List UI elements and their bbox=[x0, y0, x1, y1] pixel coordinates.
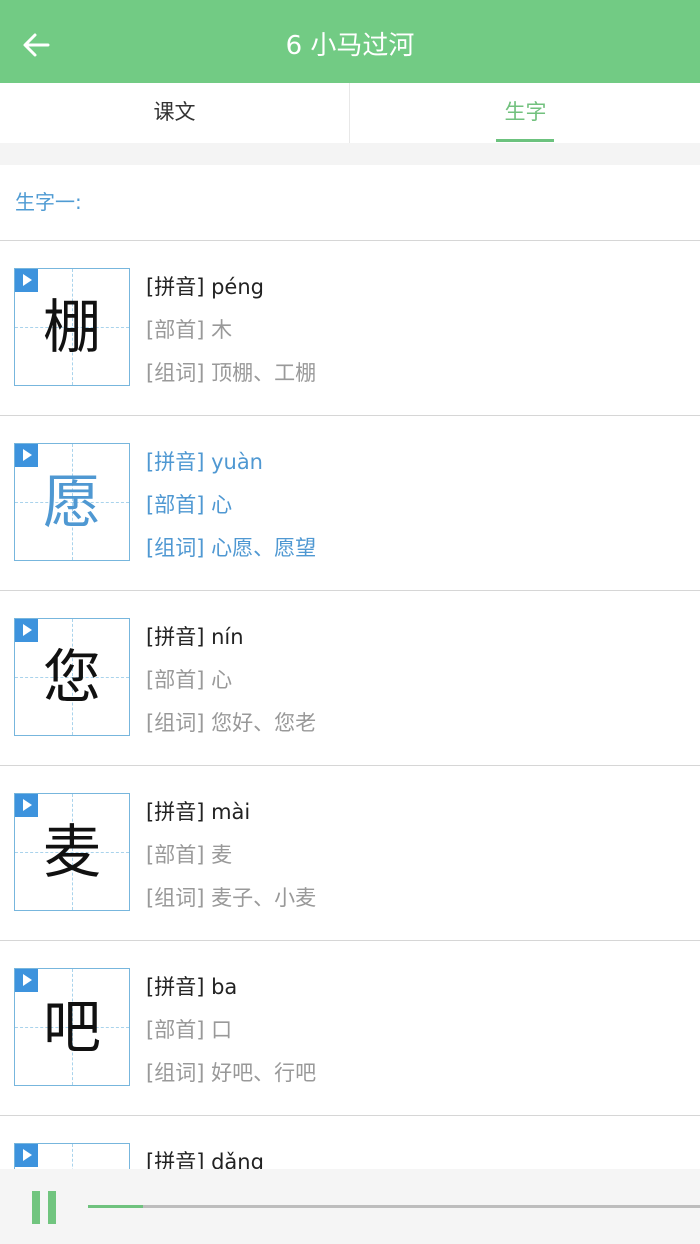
tab-bar: 课文 生字 bbox=[0, 83, 700, 143]
radical-row: [部首] 心 bbox=[146, 659, 316, 702]
words-row: [组词] 您好、您老 bbox=[146, 702, 316, 745]
play-audio-icon[interactable] bbox=[15, 269, 38, 292]
radical-row: [部首] 口 bbox=[146, 1009, 316, 1052]
radical-value: 木 bbox=[211, 318, 233, 342]
pause-icon-bar bbox=[48, 1191, 56, 1224]
pinyin-label: [拼音] bbox=[146, 450, 205, 474]
character-grid: 棚 bbox=[14, 268, 130, 386]
pinyin-label: [拼音] bbox=[146, 625, 205, 649]
arrow-left-icon bbox=[23, 33, 50, 57]
pinyin-row: [拼音] yuàn bbox=[146, 441, 316, 484]
words-row: [组词] 心愿、愿望 bbox=[146, 527, 316, 570]
radical-value: 麦 bbox=[211, 843, 233, 867]
words-value: 顶棚、工棚 bbox=[211, 361, 317, 385]
radical-value: 心 bbox=[211, 668, 233, 692]
app-header: 6 小马过河 bbox=[0, 0, 700, 83]
character-info: [拼音] mài [部首] 麦 [组词] 麦子、小麦 bbox=[146, 791, 316, 920]
tab-characters[interactable]: 生字 bbox=[351, 83, 700, 143]
words-label: [组词] bbox=[146, 711, 205, 735]
tab-text[interactable]: 课文 bbox=[0, 83, 349, 143]
words-value: 麦子、小麦 bbox=[211, 886, 317, 910]
radical-row: [部首] 木 bbox=[146, 309, 316, 352]
character-list: 棚 [拼音] péng [部首] 木 [组词] 顶棚、工棚愿 [拼音] yuàn [部首]… bbox=[0, 241, 700, 1169]
character-card[interactable]: 麦 [拼音] mài [部首] 麦 [组词] 麦子、小麦 bbox=[0, 766, 700, 941]
character-card[interactable]: 棚 [拼音] péng [部首] 木 [组词] 顶棚、工棚 bbox=[0, 241, 700, 416]
pinyin-row: [拼音] nín bbox=[146, 616, 316, 659]
words-value: 好吧、行吧 bbox=[211, 1061, 317, 1085]
radical-label: [部首] bbox=[146, 843, 205, 867]
character-card[interactable]: [拼音] dǎng[部首] [组词] bbox=[0, 1116, 700, 1169]
radical-value: 口 bbox=[211, 1018, 233, 1042]
pinyin-row: [拼音] péng bbox=[146, 266, 316, 309]
progress-fill bbox=[88, 1205, 144, 1208]
play-audio-icon[interactable] bbox=[15, 969, 38, 992]
pause-button[interactable] bbox=[32, 1191, 58, 1224]
words-value: 心愿、愿望 bbox=[211, 536, 317, 560]
section-label: 生字一: bbox=[15, 190, 82, 214]
play-audio-icon[interactable] bbox=[15, 619, 38, 642]
radical-label: [部首] bbox=[146, 493, 205, 517]
audio-player bbox=[0, 1169, 700, 1244]
words-row: [组词] 顶棚、工棚 bbox=[146, 352, 316, 395]
radical-label: [部首] bbox=[146, 668, 205, 692]
words-value: 您好、您老 bbox=[211, 711, 317, 735]
character-grid: 吧 bbox=[14, 968, 130, 1086]
pinyin-value: péng bbox=[211, 275, 264, 299]
pinyin-value: dǎng bbox=[211, 1150, 264, 1169]
words-label: [组词] bbox=[146, 536, 205, 560]
pause-icon bbox=[32, 1191, 40, 1224]
character-card[interactable]: 您 [拼音] nín [部首] 心 [组词] 您好、您老 bbox=[0, 591, 700, 766]
character-info: [拼音] dǎng[部首] [组词] bbox=[146, 1141, 264, 1169]
radical-row: [部首] 麦 bbox=[146, 834, 316, 877]
tab-divider bbox=[349, 83, 350, 143]
play-audio-icon[interactable] bbox=[15, 444, 38, 467]
separator-band bbox=[0, 143, 700, 165]
play-audio-icon[interactable] bbox=[15, 794, 38, 817]
radical-row: [部首] 心 bbox=[146, 484, 316, 527]
character-grid bbox=[14, 1143, 130, 1169]
play-audio-icon[interactable] bbox=[15, 1144, 38, 1167]
words-label: [组词] bbox=[146, 361, 205, 385]
pinyin-value: mài bbox=[211, 800, 251, 824]
character-grid: 愿 bbox=[14, 443, 130, 561]
pinyin-label: [拼音] bbox=[146, 275, 205, 299]
pinyin-value: nín bbox=[211, 625, 244, 649]
character-info: [拼音] ba [部首] 口 [组词] 好吧、行吧 bbox=[146, 966, 316, 1095]
words-row: [组词] 好吧、行吧 bbox=[146, 1052, 316, 1095]
character-info: [拼音] yuàn [部首] 心 [组词] 心愿、愿望 bbox=[146, 441, 316, 570]
character-card[interactable]: 愿 [拼音] yuàn [部首] 心 [组词] 心愿、愿望 bbox=[0, 416, 700, 591]
pinyin-value: yuàn bbox=[211, 450, 263, 474]
pinyin-value: ba bbox=[211, 975, 238, 999]
radical-label: [部首] bbox=[146, 318, 205, 342]
character-grid: 您 bbox=[14, 618, 130, 736]
words-row: [组词] 麦子、小麦 bbox=[146, 877, 316, 920]
pinyin-label: [拼音] bbox=[146, 975, 205, 999]
pinyin-label: [拼音] bbox=[146, 800, 205, 824]
progress-track[interactable] bbox=[88, 1205, 700, 1208]
tab-selected-indicator bbox=[496, 139, 554, 142]
pinyin-row: [拼音] ba bbox=[146, 966, 316, 1009]
pinyin-row: [拼音] dǎng bbox=[146, 1141, 264, 1169]
words-label: [组词] bbox=[146, 886, 205, 910]
radical-label: [部首] bbox=[146, 1018, 205, 1042]
page-title: 6 小马过河 bbox=[285, 31, 415, 61]
character-grid: 麦 bbox=[14, 793, 130, 911]
character-info: [拼音] nín [部首] 心 [组词] 您好、您老 bbox=[146, 616, 316, 745]
radical-value: 心 bbox=[211, 493, 233, 517]
pinyin-label: [拼音] bbox=[146, 1150, 205, 1169]
pinyin-row: [拼音] mài bbox=[146, 791, 316, 834]
back-button[interactable] bbox=[18, 24, 58, 64]
words-label: [组词] bbox=[146, 1061, 205, 1085]
character-info: [拼音] péng [部首] 木 [组词] 顶棚、工棚 bbox=[146, 266, 316, 395]
character-card[interactable]: 吧 [拼音] ba [部首] 口 [组词] 好吧、行吧 bbox=[0, 941, 700, 1116]
